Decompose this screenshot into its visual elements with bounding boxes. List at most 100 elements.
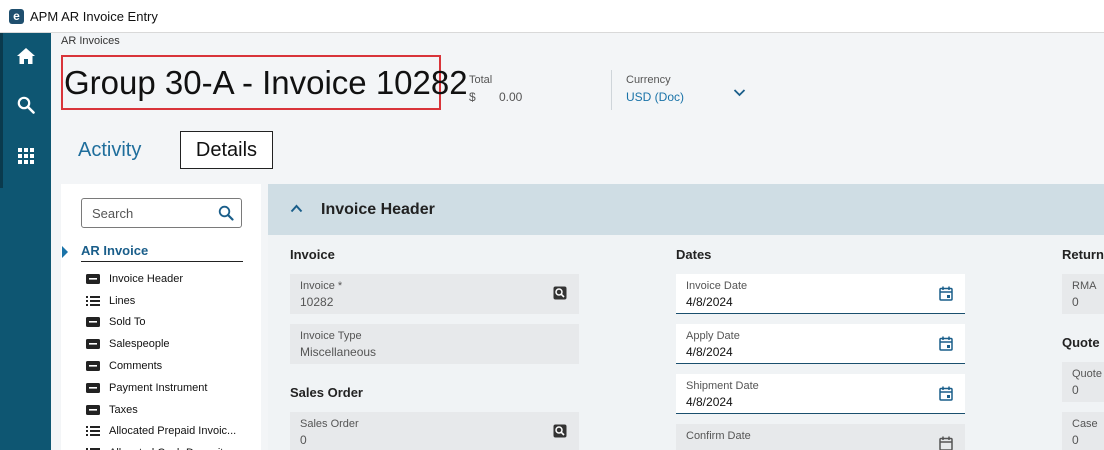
nav-section-ar-invoice[interactable]: AR Invoice xyxy=(81,243,243,262)
nav-item-label: Payment Instrument xyxy=(109,381,208,394)
calendar-icon[interactable] xyxy=(939,436,953,450)
nav-item-label: Taxes xyxy=(109,403,138,416)
group-label-quote: Quote xyxy=(1062,335,1100,350)
card-icon xyxy=(86,382,100,393)
nav-item-label: Invoice Header xyxy=(109,272,183,285)
nav-item-label: Lines xyxy=(109,294,136,307)
search-button[interactable] xyxy=(0,83,51,127)
nav-item[interactable]: Allocated Prepaid Invoic... xyxy=(86,421,236,443)
apps-grid-icon xyxy=(17,148,34,164)
tab-activity[interactable]: Activity xyxy=(78,139,141,162)
field-value: 0 xyxy=(1072,295,1079,309)
lookup-icon[interactable] xyxy=(553,286,567,300)
field-value[interactable]: 4/8/2024 xyxy=(686,295,733,309)
calendar-icon[interactable] xyxy=(939,286,953,301)
left-rail xyxy=(0,33,51,450)
list-icon xyxy=(86,295,100,306)
tab-details[interactable]: Details xyxy=(180,131,273,169)
home-icon xyxy=(16,48,35,64)
nav-item[interactable]: Invoice Header xyxy=(86,268,236,290)
nav-item[interactable]: Lines xyxy=(86,290,236,312)
apply-date-field[interactable]: Apply Date 4/8/2024 xyxy=(676,324,965,364)
shipment-date-field[interactable]: Shipment Date 4/8/2024 xyxy=(676,374,965,414)
nav-item-label: Sold To xyxy=(109,316,146,329)
breadcrumb[interactable]: AR Invoices xyxy=(61,35,120,47)
group-label-sales-order: Sales Order xyxy=(290,385,363,400)
total-value-row: $0.00 xyxy=(469,90,522,104)
total-label: Total xyxy=(469,74,493,86)
sales-order-field[interactable]: Sales Order 0 xyxy=(290,412,579,450)
section-title: Invoice Header xyxy=(321,201,435,218)
currency-selector[interactable]: Currency USD (Doc) xyxy=(626,74,684,104)
calendar-icon[interactable] xyxy=(939,336,953,351)
nav-item[interactable]: Taxes xyxy=(86,399,236,421)
group-label-return: Return xyxy=(1062,247,1104,262)
field-label: RMA xyxy=(1072,280,1097,292)
page-title: Group 30-A - Invoice 10282 xyxy=(61,55,468,110)
nav-item[interactable]: Allocated Cash Deposit... xyxy=(86,442,236,450)
active-section-marker xyxy=(62,246,68,258)
total-value: 0.00 xyxy=(499,90,523,104)
total-summary: Total $0.00 xyxy=(469,74,522,104)
group-label-dates: Dates xyxy=(676,247,712,262)
nav-search-box[interactable] xyxy=(81,198,242,228)
details-navigation: AR Invoice Invoice Header Lines Sold To Sal… xyxy=(61,184,261,450)
field-value: 10282 xyxy=(300,295,334,309)
field-label: Shipment Date xyxy=(686,380,759,392)
chevron-down-icon[interactable] xyxy=(733,88,746,97)
case-field[interactable]: Case 0 xyxy=(1062,412,1104,450)
nav-list: Invoice Header Lines Sold To Salespeople Com… xyxy=(86,268,236,450)
search-icon[interactable] xyxy=(218,205,234,221)
card-icon xyxy=(86,317,100,328)
invoice-date-field[interactable]: Invoice Date 4/8/2024 xyxy=(676,274,965,314)
confirm-date-field[interactable]: Confirm Date xyxy=(676,424,965,450)
invoice-number-field[interactable]: Invoice * 10282 xyxy=(290,274,579,314)
field-label: Apply Date xyxy=(686,330,740,342)
field-value: 0 xyxy=(1072,433,1079,447)
card-icon xyxy=(86,404,100,415)
currency-symbol: $ xyxy=(469,90,476,104)
field-label: Confirm Date xyxy=(686,430,751,442)
nav-item-label: Salespeople xyxy=(109,338,170,351)
field-value[interactable]: 4/8/2024 xyxy=(686,395,733,409)
field-label: Case xyxy=(1072,418,1098,430)
group-label-invoice: Invoice xyxy=(290,247,335,262)
nav-item-label: Allocated Prepaid Invoic... xyxy=(109,425,237,438)
currency-value[interactable]: USD (Doc) xyxy=(626,90,684,104)
home-button[interactable] xyxy=(0,34,51,78)
app-logo: e xyxy=(9,8,24,24)
card-icon xyxy=(86,361,100,372)
nav-item[interactable]: Salespeople xyxy=(86,333,236,355)
list-icon xyxy=(86,426,100,437)
nav-item[interactable]: Sold To xyxy=(86,312,236,334)
field-value: Miscellaneous xyxy=(300,345,377,359)
chevron-up-icon[interactable] xyxy=(290,204,303,213)
main-content: Invoice Header Invoice Invoice * 10282 I… xyxy=(268,184,1104,450)
calendar-icon[interactable] xyxy=(939,386,953,401)
nav-item[interactable]: Comments xyxy=(86,355,236,377)
currency-label: Currency xyxy=(626,74,671,86)
nav-item-label: Comments xyxy=(109,360,163,373)
rma-field[interactable]: RMA 0 xyxy=(1062,274,1104,314)
header-divider xyxy=(611,70,612,110)
field-value[interactable]: 4/8/2024 xyxy=(686,345,733,359)
field-label: Quote xyxy=(1072,368,1102,380)
field-label: Invoice * xyxy=(300,280,343,292)
search-icon xyxy=(17,96,35,114)
window-titlebar: e APM AR Invoice Entry xyxy=(0,0,1104,33)
lookup-icon[interactable] xyxy=(553,424,567,438)
field-label: Sales Order xyxy=(300,418,359,430)
invoice-header-section-header[interactable]: Invoice Header xyxy=(268,184,1104,235)
invoice-type-field[interactable]: Invoice Type Miscellaneous xyxy=(290,324,579,364)
nav-item[interactable]: Payment Instrument xyxy=(86,377,236,399)
field-label: Invoice Type xyxy=(300,330,362,342)
card-icon xyxy=(86,273,100,284)
quote-field[interactable]: Quote 0 xyxy=(1062,362,1104,402)
window-title: APM AR Invoice Entry xyxy=(30,8,158,24)
apps-button[interactable] xyxy=(0,134,51,178)
card-icon xyxy=(86,339,100,350)
field-value: 0 xyxy=(300,433,307,447)
field-label: Invoice Date xyxy=(686,280,748,292)
nav-search-input[interactable] xyxy=(92,206,212,221)
field-value: 0 xyxy=(1072,383,1079,397)
